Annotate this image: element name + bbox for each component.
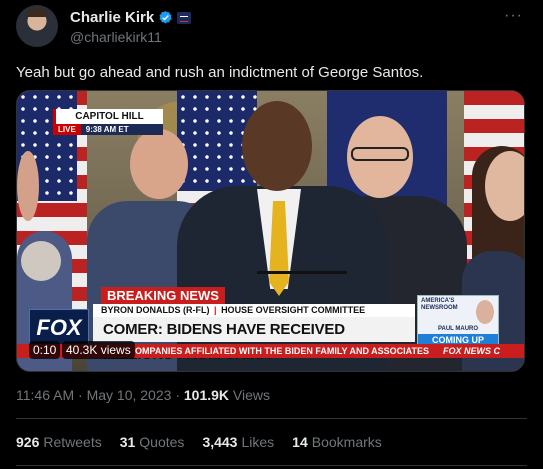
promo-box: AMERICA'S NEWSROOM PAUL MAURO COMING UP — [417, 295, 499, 347]
divider — [16, 418, 527, 419]
verified-badge-icon[interactable] — [158, 10, 173, 25]
author-name-row: Charlie Kirk — [70, 9, 192, 26]
retweets-label: Retweets — [43, 434, 102, 450]
views-label: Views — [232, 387, 271, 403]
committee-label: HOUSE OVERSIGHT COMMITTEE — [221, 305, 366, 315]
chyron-headline: COMER: BIDENS HAVE RECEIVED MILLIONS FRO… — [93, 317, 415, 363]
video-player[interactable]: CAPITOL HILL LIVE 9:38 AM ET BREAKING NE… — [16, 90, 525, 372]
glasses — [351, 147, 409, 161]
engagement-stats: 926 Retweets 31 Quotes 3,443 Likes 14 Bookma… — [16, 434, 382, 450]
ticker-text: OMPANIES AFFILIATED WITH THE BIDEN FAMIL… — [135, 346, 430, 356]
more-dots-icon[interactable]: ··· — [504, 7, 523, 25]
person-left-edge-head — [21, 241, 61, 281]
video-elapsed-time: 0:10 — [29, 341, 61, 359]
tweet-text: Yeah but go ahead and rush an indictment… — [16, 64, 424, 81]
live-time: 9:38 AM ET — [80, 124, 163, 135]
author-handle[interactable]: @charliekirk11 — [70, 29, 162, 45]
ticker-brand: FOX NEWS C — [442, 346, 500, 356]
bookmarks-stat[interactable]: 14 Bookmarks — [292, 434, 382, 450]
breaking-news-label: BREAKING NEWS — [101, 287, 225, 304]
tweet-meta: 11:46 AM · May 10, 2023 · 101.9K Views — [16, 387, 270, 403]
meta-separator: · — [175, 387, 180, 403]
quotes-stat[interactable]: 31 Quotes — [120, 434, 185, 450]
divider — [16, 465, 527, 466]
tweet-header: Charlie Kirk @charliekirk11 ··· — [16, 5, 527, 49]
location-label: CAPITOL HILL — [53, 109, 163, 124]
person-1-head — [130, 129, 188, 199]
bookmarks-count: 14 — [292, 434, 308, 450]
promo-show: AMERICA'S NEWSROOM — [421, 298, 458, 311]
retweets-stat[interactable]: 926 Retweets — [16, 434, 102, 450]
news-chyron: BREAKING NEWS BYRON DONALDS (R-FL) | HOU… — [17, 287, 524, 371]
views-count: 101.9K — [183, 387, 230, 403]
subtitle-separator: | — [214, 305, 217, 315]
video-view-count: 40.3K views — [62, 341, 135, 359]
chyron-subtitle: BYRON DONALDS (R-FL) | HOUSE OVERSIGHT C… — [93, 304, 415, 317]
meta-separator: · — [78, 387, 83, 403]
likes-count: 3,443 — [202, 434, 238, 450]
promo-face — [476, 300, 494, 324]
affiliate-badge-icon[interactable] — [177, 11, 192, 24]
live-label: LIVE — [53, 124, 81, 135]
likes-stat[interactable]: 3,443 Likes — [202, 434, 274, 450]
tweet-time[interactable]: 11:46 AM — [16, 387, 74, 403]
live-badge: CAPITOL HILL LIVE 9:38 AM ET — [53, 109, 163, 135]
tweet-date[interactable]: May 10, 2023 — [87, 387, 172, 403]
bookmarks-label: Bookmarks — [311, 434, 382, 450]
retweets-count: 926 — [16, 434, 40, 450]
quotes-count: 31 — [119, 434, 136, 450]
person-far-left-head — [17, 151, 39, 221]
author-display-name[interactable]: Charlie Kirk — [70, 9, 154, 26]
promo-name: PAUL MAURO — [437, 326, 479, 332]
quotes-label: Quotes — [139, 434, 185, 450]
channel-logo: FOX — [29, 309, 89, 345]
speaker-name-label: BYRON DONALDS (R-FL) — [101, 305, 210, 315]
avatar[interactable] — [16, 5, 58, 47]
speaker-head — [242, 101, 312, 191]
live-row: LIVE 9:38 AM ET — [53, 124, 163, 135]
likes-label: Likes — [241, 434, 275, 450]
